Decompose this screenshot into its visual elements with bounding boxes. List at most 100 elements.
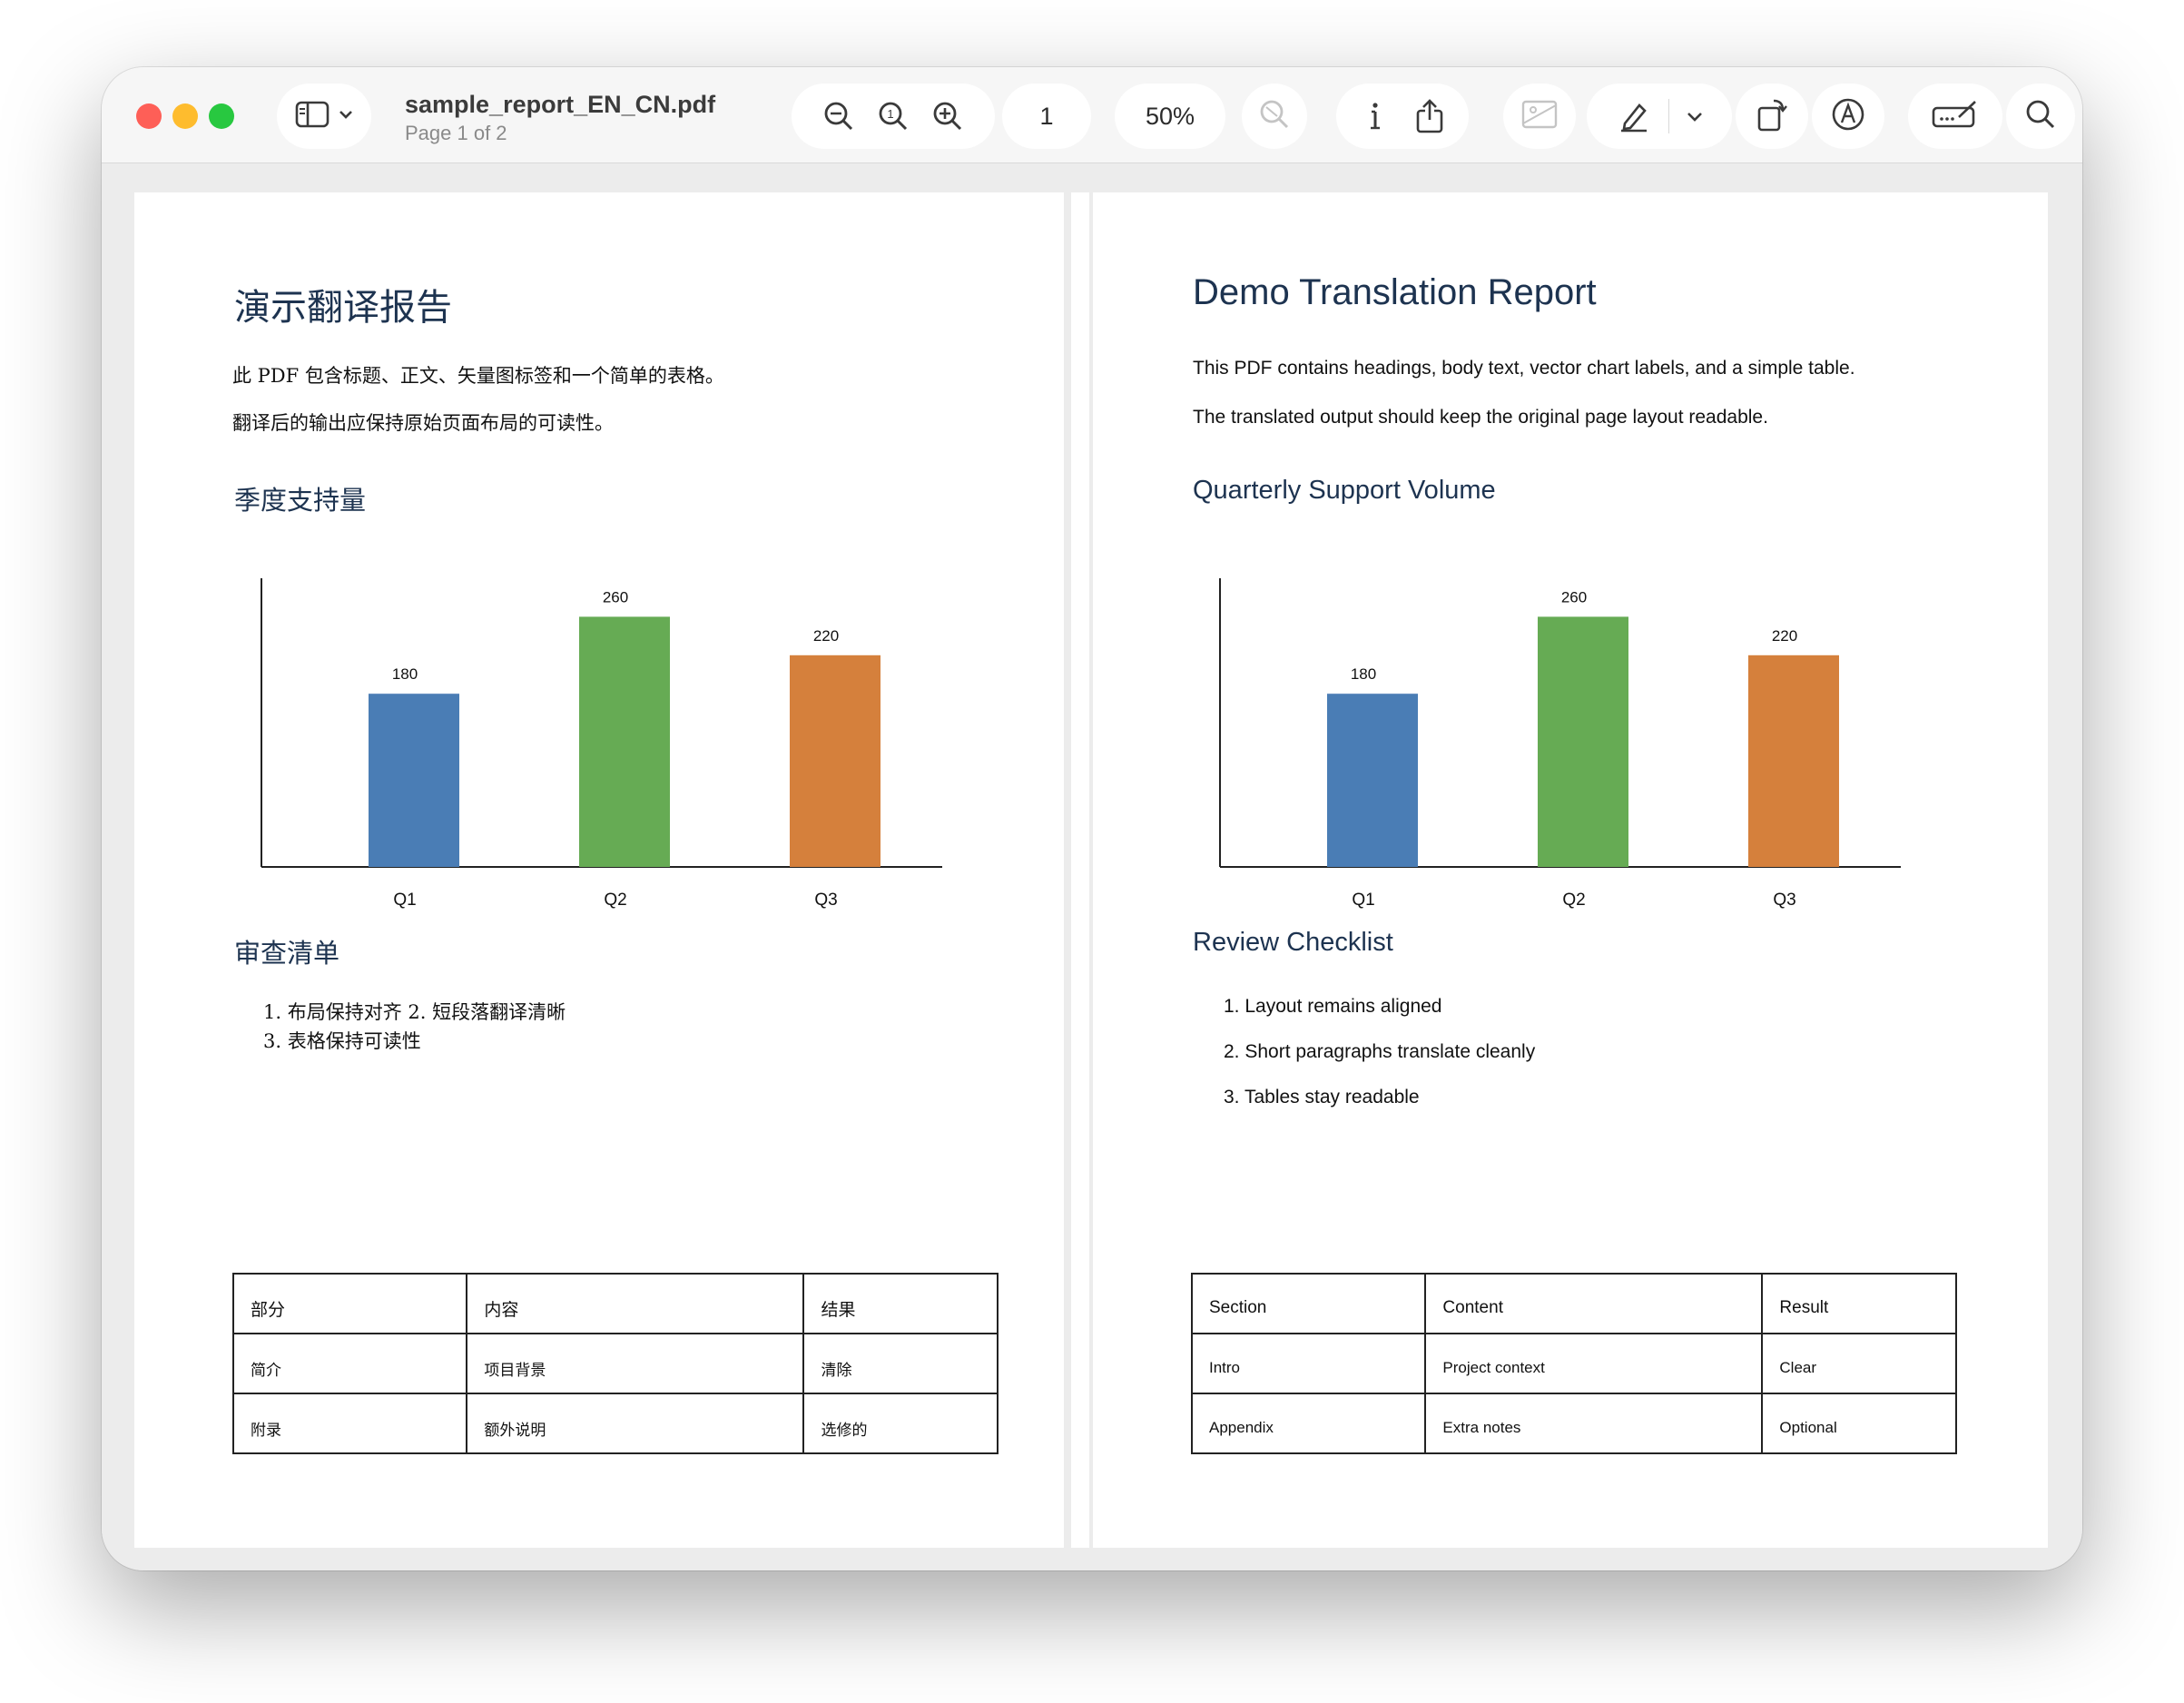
bar-q3 <box>1748 655 1839 867</box>
checklist-item: 1. Layout remains aligned <box>1224 996 1442 1017</box>
page-number-field[interactable]: 1 <box>1002 84 1091 149</box>
page-indicator: Page 1 of 2 <box>405 122 507 144</box>
x-tick-label: Q3 <box>814 891 837 910</box>
zoom-in-button[interactable] <box>920 89 975 143</box>
search-disabled-button[interactable] <box>1242 84 1307 149</box>
table-cell: Result <box>1761 1273 1957 1334</box>
table-row: Appendix Extra notes Optional <box>1190 1393 1957 1454</box>
zoom-in-icon <box>931 100 964 133</box>
share-button[interactable] <box>1402 89 1457 143</box>
table-cell: 附录 <box>231 1393 468 1454</box>
table-cell: Section <box>1190 1273 1427 1334</box>
info-icon <box>1364 100 1386 133</box>
share-icon <box>1415 99 1444 133</box>
page-title: 演示翻译报告 <box>234 287 452 329</box>
checklist-item: 3. Tables stay readable <box>1224 1087 1420 1107</box>
data-label: 180 <box>1351 665 1376 683</box>
close-button[interactable] <box>136 103 162 129</box>
actual-size-icon: 1 <box>877 100 910 133</box>
bar-q2 <box>579 616 670 867</box>
bar-q2 <box>1538 616 1628 867</box>
pdf-page-english: Demo Translation Report This PDF contain… <box>1093 192 2048 1548</box>
zoom-out-button[interactable] <box>812 89 866 143</box>
table-cell: 选修的 <box>802 1393 999 1454</box>
svg-text:1: 1 <box>887 107 893 121</box>
x-tick-label: Q1 <box>393 891 416 910</box>
checklist-heading: Review Checklist <box>1193 928 1393 957</box>
zoom-out-icon <box>822 100 855 133</box>
signature-icon <box>1932 99 1979 134</box>
image-disabled-icon <box>1521 100 1558 133</box>
data-label: 260 <box>1561 588 1587 605</box>
sidebar-toggle-button[interactable] <box>277 84 371 149</box>
table-cell: Clear <box>1761 1333 1957 1394</box>
x-tick-label: Q1 <box>1352 891 1374 910</box>
table-cell: Intro <box>1190 1333 1427 1394</box>
markup-button[interactable] <box>1812 84 1884 149</box>
body-paragraph: 翻译后的输出应保持原始页面布局的可读性。 <box>232 412 614 434</box>
rotate-button[interactable] <box>1736 84 1808 149</box>
data-label: 220 <box>813 627 839 645</box>
toolbar: sample_report_EN_CN.pdf Page 1 of 2 1 1 … <box>102 67 2082 163</box>
x-tick-label: Q2 <box>1562 891 1585 910</box>
signature-button[interactable] <box>1908 84 2002 149</box>
body-paragraph: This PDF contains headings, body text, v… <box>1193 358 1855 379</box>
chart-heading: Quarterly Support Volume <box>1193 476 1496 505</box>
checklist-item: 1. 布局保持对齐 2. 短段落翻译清晰 <box>263 1001 566 1023</box>
table-cell: 结果 <box>802 1273 999 1334</box>
table-cell: Optional <box>1761 1393 1957 1454</box>
chevron-down-icon <box>1687 111 1703 122</box>
highlight-button[interactable] <box>1607 89 1661 143</box>
toolbar-divider <box>1668 99 1669 133</box>
bar-q1 <box>369 694 459 867</box>
markup-icon <box>1831 97 1865 136</box>
results-table: 部分 内容 结果 简介 项目背景 清除 附录 额外说明 选修的 <box>231 1273 999 1454</box>
search-button[interactable] <box>2006 84 2075 149</box>
actual-size-button[interactable]: 1 <box>866 89 920 143</box>
chevron-down-icon <box>339 108 353 124</box>
highlight-group <box>1587 84 1732 149</box>
table-row: Intro Project context Clear <box>1190 1333 1957 1394</box>
document-title[interactable]: sample_report_EN_CN.pdf <box>405 91 715 119</box>
table-cell: Extra notes <box>1424 1393 1764 1454</box>
sidebar-icon <box>295 101 330 133</box>
highlight-menu-button[interactable] <box>1677 89 1713 143</box>
info-share-group <box>1336 84 1469 149</box>
table-cell: Project context <box>1424 1333 1764 1394</box>
bar-chart: 180 Q1 260 Q2 220 Q3 <box>261 578 942 910</box>
zoom-controls: 1 <box>792 84 995 149</box>
image-button[interactable] <box>1503 84 1576 149</box>
table-cell: 清除 <box>802 1333 999 1394</box>
pdf-page-chinese: 演示翻译报告 此 PDF 包含标题、正文、矢量图标签和一个简单的表格。 翻译后的… <box>134 192 1089 1548</box>
table-row: 附录 额外说明 选修的 <box>231 1393 999 1454</box>
info-button[interactable] <box>1348 89 1402 143</box>
bar-q3 <box>790 655 880 867</box>
data-label: 180 <box>392 665 418 683</box>
table-header-row: 部分 内容 结果 <box>231 1273 999 1334</box>
data-label: 220 <box>1772 627 1797 645</box>
document-area[interactable]: 演示翻译报告 此 PDF 包含标题、正文、矢量图标签和一个简单的表格。 翻译后的… <box>102 163 2082 1570</box>
checklist-item: 3. 表格保持可读性 <box>263 1030 421 1052</box>
x-tick-label: Q3 <box>1773 891 1795 910</box>
table-cell: 简介 <box>231 1333 468 1394</box>
search-disabled-icon <box>1258 98 1291 135</box>
page-separator <box>1064 192 1071 1548</box>
table-row: 简介 项目背景 清除 <box>231 1333 999 1394</box>
rotate-icon <box>1756 97 1788 136</box>
data-label: 260 <box>603 588 628 605</box>
highlight-pen-icon <box>1618 100 1650 133</box>
bar-q1 <box>1327 694 1418 867</box>
zoom-level-field[interactable]: 50% <box>1115 84 1225 149</box>
table-header-row: Section Content Result <box>1190 1273 1957 1334</box>
table-cell: Appendix <box>1190 1393 1427 1454</box>
pdf-viewer-window: sample_report_EN_CN.pdf Page 1 of 2 1 1 … <box>102 67 2082 1570</box>
body-paragraph: 此 PDF 包含标题、正文、矢量图标签和一个简单的表格。 <box>232 365 724 387</box>
table-cell: 额外说明 <box>466 1393 805 1454</box>
table-cell: Content <box>1424 1273 1764 1334</box>
zoom-button[interactable] <box>209 103 234 129</box>
body-paragraph: The translated output should keep the or… <box>1193 407 1768 428</box>
table-cell: 项目背景 <box>466 1333 805 1394</box>
minimize-button[interactable] <box>172 103 198 129</box>
checklist-heading: 审查清单 <box>234 938 340 969</box>
search-icon <box>2024 98 2057 135</box>
